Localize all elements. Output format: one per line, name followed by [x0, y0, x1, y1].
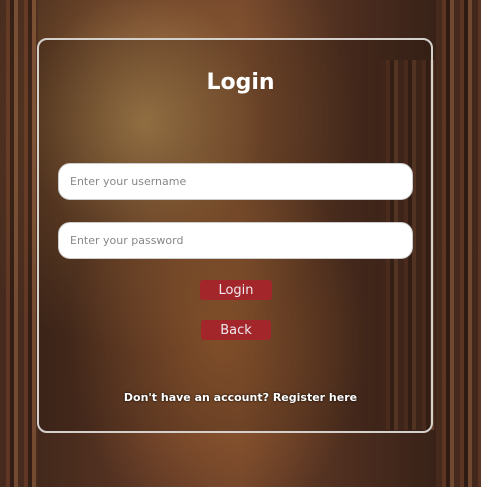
back-button[interactable]: Back [201, 320, 271, 340]
register-link[interactable]: Don't have an account? Register here [0, 391, 481, 404]
username-input[interactable] [58, 163, 413, 200]
password-input[interactable] [58, 222, 413, 259]
login-button[interactable]: Login [200, 280, 272, 300]
page-title: Login [206, 70, 275, 95]
